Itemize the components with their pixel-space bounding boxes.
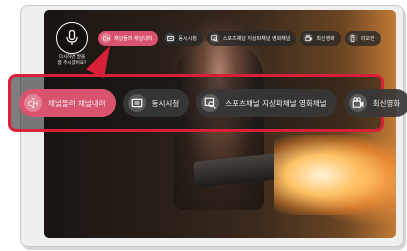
- zoomed-chip-multiview[interactable]: 동시시청: [122, 89, 190, 117]
- suggestion-chip-label: 채널들려 채널내려: [114, 35, 153, 42]
- svg-text:CH: CH: [103, 36, 110, 41]
- zoomed-suggestion-row: CH 채널들려 채널내려 동시시청 스포츠채널 지상파채널 영화채널 최신영화: [19, 89, 407, 117]
- movie-scene-muzzle-flash: [274, 135, 394, 215]
- suggestion-chip-movie[interactable]: 최신영화: [300, 30, 341, 46]
- suggestion-chip-label: 리모컨: [360, 35, 375, 42]
- zoomed-chip-label: 스포츠채널 지상파채널 영화채널: [225, 98, 327, 108]
- suggestion-chip-remote[interactable]: 리모컨: [344, 30, 381, 46]
- voice-mic-button[interactable]: [56, 22, 88, 54]
- channel-icon: CH: [24, 94, 42, 112]
- zoomed-suggestion-callout: CH 채널들려 채널내려 동시시청 스포츠채널 지상파채널 영화채널 최신영화: [8, 74, 407, 132]
- suggestion-chip-multiview[interactable]: 동시시청: [162, 30, 203, 46]
- search-tv-icon: [209, 33, 220, 43]
- zoomed-chip-sports[interactable]: 스포츠채널 지상파채널 영화채널: [196, 89, 337, 117]
- multiview-icon: [165, 33, 176, 43]
- zoomed-chip-label: 채널들려 채널내려: [48, 98, 106, 108]
- suggestion-chip-sports[interactable]: 스포츠채널 지상파채널 영화채널: [206, 30, 297, 46]
- zoomed-chip-channel[interactable]: CH 채널들려 채널내려: [19, 89, 116, 117]
- suggestion-chip-label: 최신영화: [316, 35, 335, 42]
- suggestion-chip-label: 동시시청: [178, 35, 197, 42]
- microphone-icon: [66, 30, 78, 45]
- movie-icon: [348, 94, 367, 112]
- suggestion-chip-label: 스포츠채널 지상파채널 영화채널: [222, 35, 291, 42]
- multiview-icon: [127, 94, 146, 112]
- voice-suggestion-bar: CH 채널들려 채널내려 동시시청 스포츠채널 지상파채널 영화채널 최신영화 …: [98, 30, 381, 46]
- zoomed-chip-movie[interactable]: 최신영화: [343, 89, 407, 117]
- zoomed-chip-label: 최신영화: [372, 98, 401, 108]
- zoomed-chip-label: 동시시청: [151, 98, 180, 108]
- search-tv-icon: [201, 94, 220, 112]
- remote-icon: [347, 33, 358, 43]
- movie-icon: [303, 33, 314, 43]
